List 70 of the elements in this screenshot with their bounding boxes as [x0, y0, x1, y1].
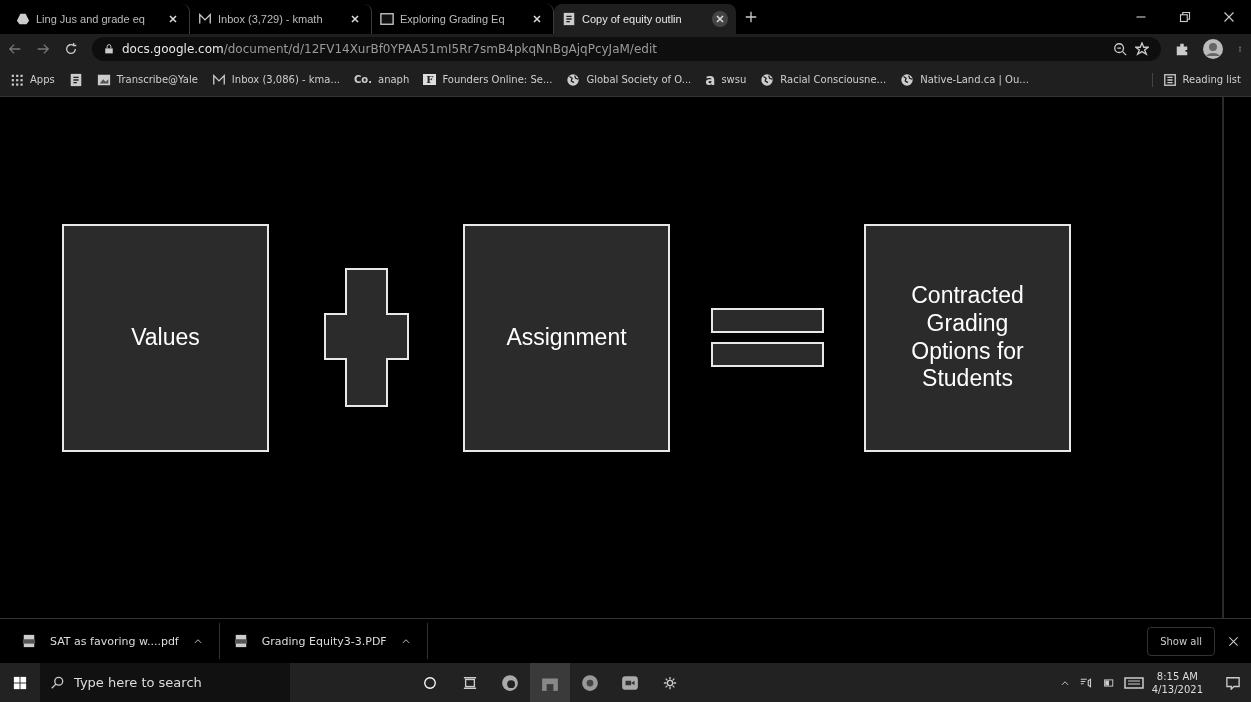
caret-up-icon[interactable] [192, 636, 203, 646]
apps-grid-icon[interactable] [10, 72, 24, 87]
puzzle-piece-icon[interactable] [1175, 41, 1189, 56]
window-icon[interactable] [380, 12, 394, 26]
caret-up-icon[interactable] [400, 636, 411, 646]
settings-icon[interactable] [663, 675, 677, 690]
keyboard-icon[interactable] [1123, 676, 1144, 689]
logo-icon: a [705, 70, 716, 89]
clock-time: 8:15 AM [1156, 669, 1198, 683]
pdf-file-icon[interactable] [22, 633, 36, 649]
document-icon[interactable] [68, 72, 83, 87]
bookmark-link[interactable]: Racial Consciousne... [780, 74, 887, 85]
task-view-icon[interactable] [463, 675, 477, 690]
bookmark-link[interactable]: Inbox (3,086) - kma... [231, 74, 340, 85]
box-label: Values [131, 323, 200, 352]
box-label: Assignment [506, 323, 627, 352]
mail-icon[interactable] [198, 12, 212, 26]
bookmark-link[interactable]: swsu [721, 74, 747, 85]
battery-icon[interactable] [1101, 677, 1116, 688]
tab-title: Inbox (3,729) - kmath [218, 13, 324, 25]
windows-start-icon[interactable] [13, 675, 27, 690]
notification-icon[interactable] [1226, 675, 1240, 690]
circle-icon[interactable] [423, 675, 437, 690]
reading-list-icon [1162, 72, 1177, 87]
bookmark-link[interactable]: Transcribe@Yale [116, 74, 198, 85]
reload-icon[interactable] [64, 41, 78, 56]
bookmark-link[interactable]: anaph [378, 74, 410, 85]
download-item[interactable]: Grading Equity3-3.PDF [233, 623, 428, 659]
logo-icon: F [423, 74, 437, 85]
video-camera-icon[interactable] [621, 673, 639, 692]
zoom-out-icon[interactable] [1113, 41, 1127, 56]
restore-icon[interactable] [1179, 11, 1191, 23]
pdf-file-icon[interactable] [233, 633, 248, 649]
back-arrow-icon[interactable] [8, 41, 22, 56]
close-icon[interactable] [712, 11, 728, 27]
tab-title: Exploring Grading Eq [400, 13, 506, 25]
bookmark-link[interactable]: Founders Online: Se... [442, 74, 553, 85]
document-icon[interactable] [562, 12, 576, 26]
lock-icon [104, 42, 114, 55]
address-bar[interactable]: docs.google.com/document/d/12FV14XurBf0YPAA51mI5Rr7smB4pkqNnBgAjqPcyJaM/edit [92, 36, 1161, 61]
file-name: SAT as favoring w....pdf [50, 634, 179, 648]
logo-icon: Co. [354, 74, 372, 85]
new-tab-icon[interactable] [744, 10, 758, 24]
show-all-button[interactable]: Show all [1147, 626, 1215, 656]
bookmark-link[interactable]: Apps [30, 74, 55, 85]
globe-icon[interactable] [566, 72, 581, 87]
file-name: Grading Equity3-3.PDF [261, 634, 387, 648]
bookmark-link[interactable]: Native-Land.ca | Ou... [920, 74, 1029, 85]
clock-date: 4/13/2021 [1151, 682, 1203, 696]
globe-icon[interactable] [760, 72, 775, 87]
star-icon[interactable] [1135, 41, 1149, 56]
close-icon[interactable] [1223, 11, 1235, 23]
image-icon[interactable] [96, 72, 111, 87]
tab-title: Ling Jus and grade eq [36, 13, 146, 25]
browser-tab[interactable]: Copy of equity outlin [554, 4, 736, 34]
globe-icon[interactable] [900, 72, 915, 87]
tab-title: Copy of equity outlin [582, 13, 683, 25]
search-field[interactable]: Type here to search [40, 663, 290, 702]
url-text: docs.google.com/document/d/12FV14XurBf0YPAA51mI5Rr7smB4pkqNnBgAjqPcyJaM/edit [122, 41, 657, 56]
avatar[interactable] [1203, 38, 1223, 59]
network-icon[interactable] [1079, 676, 1092, 689]
forward-arrow-icon[interactable] [36, 41, 50, 56]
bookmark-link[interactable]: Global Society of O... [586, 74, 692, 85]
search-icon [50, 675, 64, 690]
box-label: Contracted Grading Options for Students [910, 282, 1025, 393]
reading-list-button[interactable]: Reading list [1182, 74, 1241, 85]
close-icon[interactable] [1227, 635, 1239, 647]
search-placeholder: Type here to search [74, 675, 202, 690]
mail-icon[interactable] [211, 72, 226, 87]
download-item[interactable]: SAT as favoring w....pdf [22, 623, 220, 659]
